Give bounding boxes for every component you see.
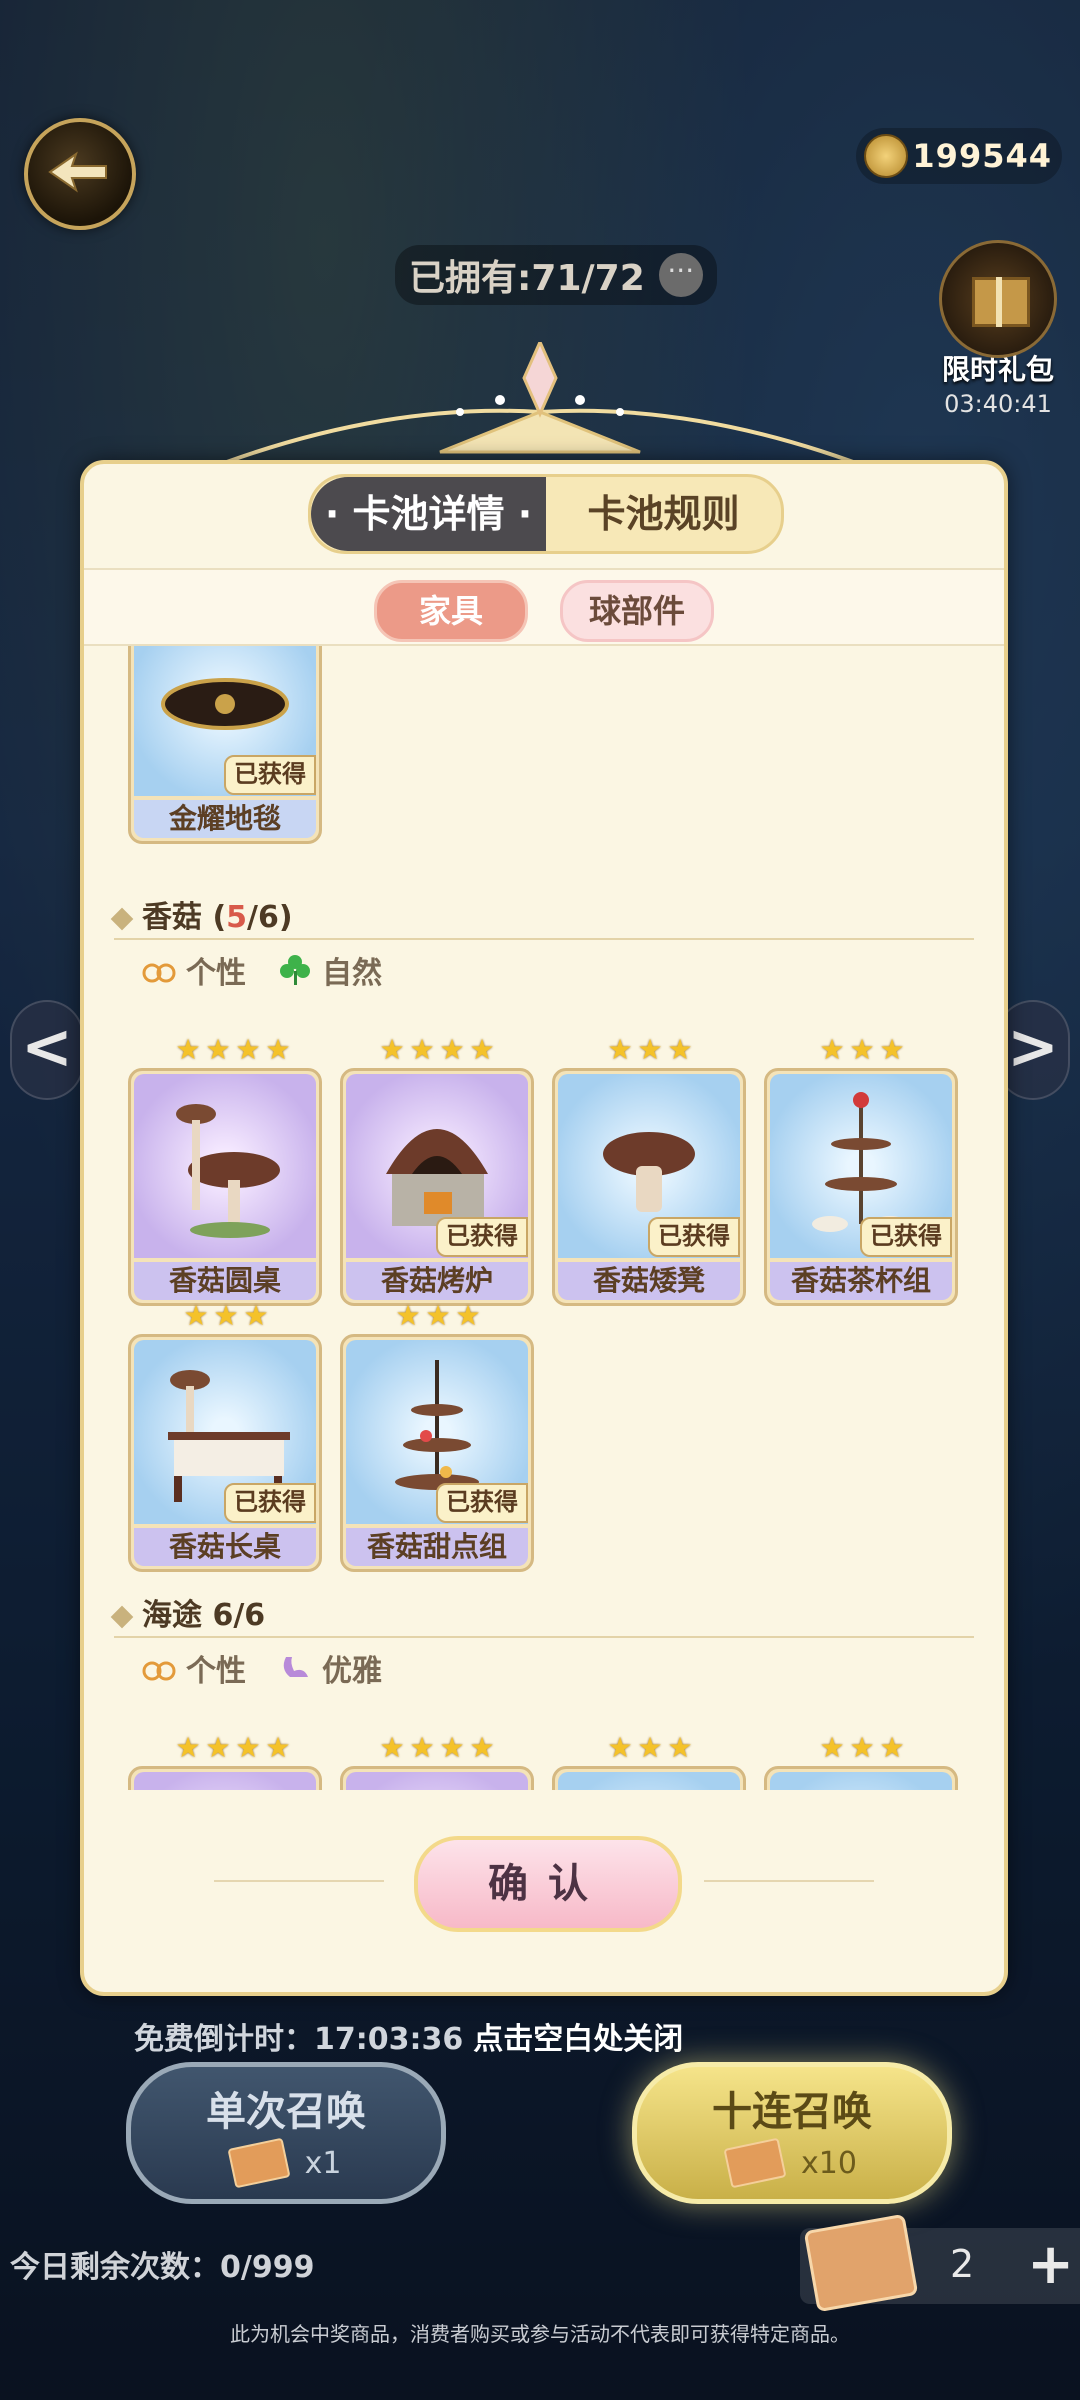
ten-summon-button[interactable]: 十连召唤 x10 <box>632 2062 952 2204</box>
rarity-stars-4: ★ ★ ★ ★ <box>175 1033 291 1066</box>
item-card[interactable]: 已获得 香菇烤炉 <box>340 1068 534 1306</box>
item-card[interactable] <box>340 1766 534 1790</box>
owned-label: 已拥有:71/72 <box>409 258 645 299</box>
rarity-stars-4: ★ ★ ★ ★ <box>379 1731 495 1764</box>
item-name: 香菇圆桌 <box>134 1262 316 1300</box>
single-summon-label: 单次召唤 <box>206 2089 366 2135</box>
obtained-badge: 已获得 <box>436 1217 528 1257</box>
rarity-stars-4: ★ ★ ★ ★ <box>175 1731 291 1764</box>
back-arrow-icon <box>48 151 107 193</box>
item-card[interactable] <box>764 1766 958 1790</box>
item-card[interactable]: 已获得 香菇茶杯组 <box>764 1068 958 1306</box>
diamond-icon <box>110 1605 134 1629</box>
coin-icon <box>864 134 909 178</box>
rarity-stars-3: ★ ★ ★ <box>607 1033 693 1066</box>
confirm-button[interactable]: 确认 <box>414 1836 682 1932</box>
divider <box>704 1880 874 1882</box>
pool-details-panel: · 卡池详情 · 卡池规则 家具 球部件 已获得 金耀地毯 香菇 (5/6) 个… <box>80 460 1008 1996</box>
rarity-stars-3: ★ ★ ★ <box>819 1033 905 1066</box>
back-button[interactable] <box>24 118 136 230</box>
subtab-ball-parts[interactable]: 球部件 <box>560 580 714 642</box>
mushroom-table-icon <box>176 1104 280 1238</box>
category-tabs: 家具 球部件 <box>84 568 1004 646</box>
gift-box-icon <box>939 240 1057 358</box>
clover-icon <box>280 955 310 985</box>
tag-elegant: 优雅 <box>276 1646 382 1690</box>
obtained-badge: 已获得 <box>860 1217 952 1257</box>
remaining-attempts: 今日剩余次数：0/999 <box>10 2250 315 2285</box>
rarity-stars-3: ★ ★ ★ <box>607 1731 693 1764</box>
single-summon-qty: x1 <box>304 2145 342 2181</box>
section-divider <box>114 1636 974 1638</box>
item-card[interactable] <box>552 1766 746 1790</box>
free-countdown: 免费倒计时：17:03:36 <box>134 2022 464 2057</box>
divider <box>214 1880 384 1882</box>
personality-icon <box>142 1661 176 1681</box>
item-name: 香菇茶杯组 <box>770 1262 952 1300</box>
ticket-count: 2 <box>950 2242 975 2286</box>
obtained-badge: 已获得 <box>224 1483 316 1523</box>
obtained-badge: 已获得 <box>436 1483 528 1523</box>
limited-gift-pack[interactable]: 限时礼包 03:40:41 <box>938 240 1058 418</box>
panel-tabs: · 卡池详情 · 卡池规则 <box>308 474 784 554</box>
close-hint: 点击空白处关闭 <box>473 2022 684 2057</box>
tab-pool-rules[interactable]: 卡池规则 <box>546 477 781 551</box>
rarity-stars-3: ★ ★ ★ <box>819 1731 905 1764</box>
personality-icon <box>142 963 176 983</box>
section-divider <box>114 938 974 940</box>
diamond-icon <box>110 907 134 931</box>
owned-count: 5 <box>226 900 248 935</box>
item-card[interactable]: 已获得 香菇长桌 <box>128 1334 322 1572</box>
obtained-badge: 已获得 <box>224 755 316 795</box>
disclaimer: 此为机会中奖商品，消费者购买或参与活动不代表即可获得特定商品。 <box>230 2322 850 2346</box>
item-name: 香菇矮凳 <box>558 1262 740 1300</box>
ticket-icon <box>227 2137 291 2189</box>
confirm-row: 确认 <box>84 1836 1004 1936</box>
add-ticket-button[interactable]: + <box>1027 2232 1074 2297</box>
subtab-furniture[interactable]: 家具 <box>374 580 528 642</box>
item-card[interactable] <box>128 1766 322 1790</box>
item-card[interactable]: 已获得 香菇矮凳 <box>552 1068 746 1306</box>
more-info-icon[interactable]: ··· <box>658 253 703 297</box>
obtained-badge: 已获得 <box>648 1217 740 1257</box>
section-title-mushroom: 香菇 (5/6) <box>110 892 293 936</box>
free-countdown-row: 免费倒计时：17:03:36 点击空白处关闭 <box>134 2014 683 2058</box>
tab-pool-details[interactable]: · 卡池详情 · <box>311 477 546 551</box>
currency-display: 199544 <box>856 128 1062 184</box>
item-name: 香菇甜点组 <box>346 1528 528 1566</box>
item-card[interactable]: 香菇圆桌 <box>128 1068 322 1306</box>
item-card[interactable]: 已获得 金耀地毯 <box>128 646 322 844</box>
prev-arrow-button[interactable]: < <box>10 1000 84 1100</box>
item-name: 金耀地毯 <box>134 800 316 838</box>
swan-icon <box>283 1657 308 1677</box>
ticket-icon <box>803 2213 919 2313</box>
tag-personality: 个性 <box>140 1646 246 1690</box>
single-summon-button[interactable]: 单次召唤 x1 <box>126 2062 446 2204</box>
rarity-stars-4: ★ ★ ★ ★ <box>379 1033 495 1066</box>
ticket-stock: 2 + <box>800 2213 1080 2313</box>
rarity-stars-3: ★ ★ ★ <box>183 1299 269 1332</box>
gift-timer: 03:40:41 <box>944 390 1052 418</box>
item-card[interactable]: 已获得 香菇甜点组 <box>340 1334 534 1572</box>
owned-counter: 已拥有:71/72 ··· <box>395 245 717 305</box>
ten-summon-qty: x10 <box>801 2145 857 2181</box>
item-name: 香菇长桌 <box>134 1528 316 1566</box>
section-tags: 个性 优雅 <box>140 1646 382 1690</box>
section-tags: 个性 自然 <box>140 948 382 992</box>
ten-summon-label: 十连召唤 <box>712 2089 872 2135</box>
rarity-stars-3: ★ ★ ★ <box>395 1299 481 1332</box>
tag-nature: 自然 <box>276 948 382 992</box>
item-list[interactable]: 已获得 金耀地毯 香菇 (5/6) 个性 自然 ★ ★ ★ ★ 香菇圆桌 ★ ★… <box>84 646 1004 1790</box>
ticket-icon <box>723 2137 787 2189</box>
section-title-sea-voyage: 海途 6/6 <box>110 1590 265 1634</box>
item-name: 香菇烤炉 <box>346 1262 528 1300</box>
tag-personality: 个性 <box>140 948 246 992</box>
currency-amount: 199544 <box>912 137 1052 175</box>
